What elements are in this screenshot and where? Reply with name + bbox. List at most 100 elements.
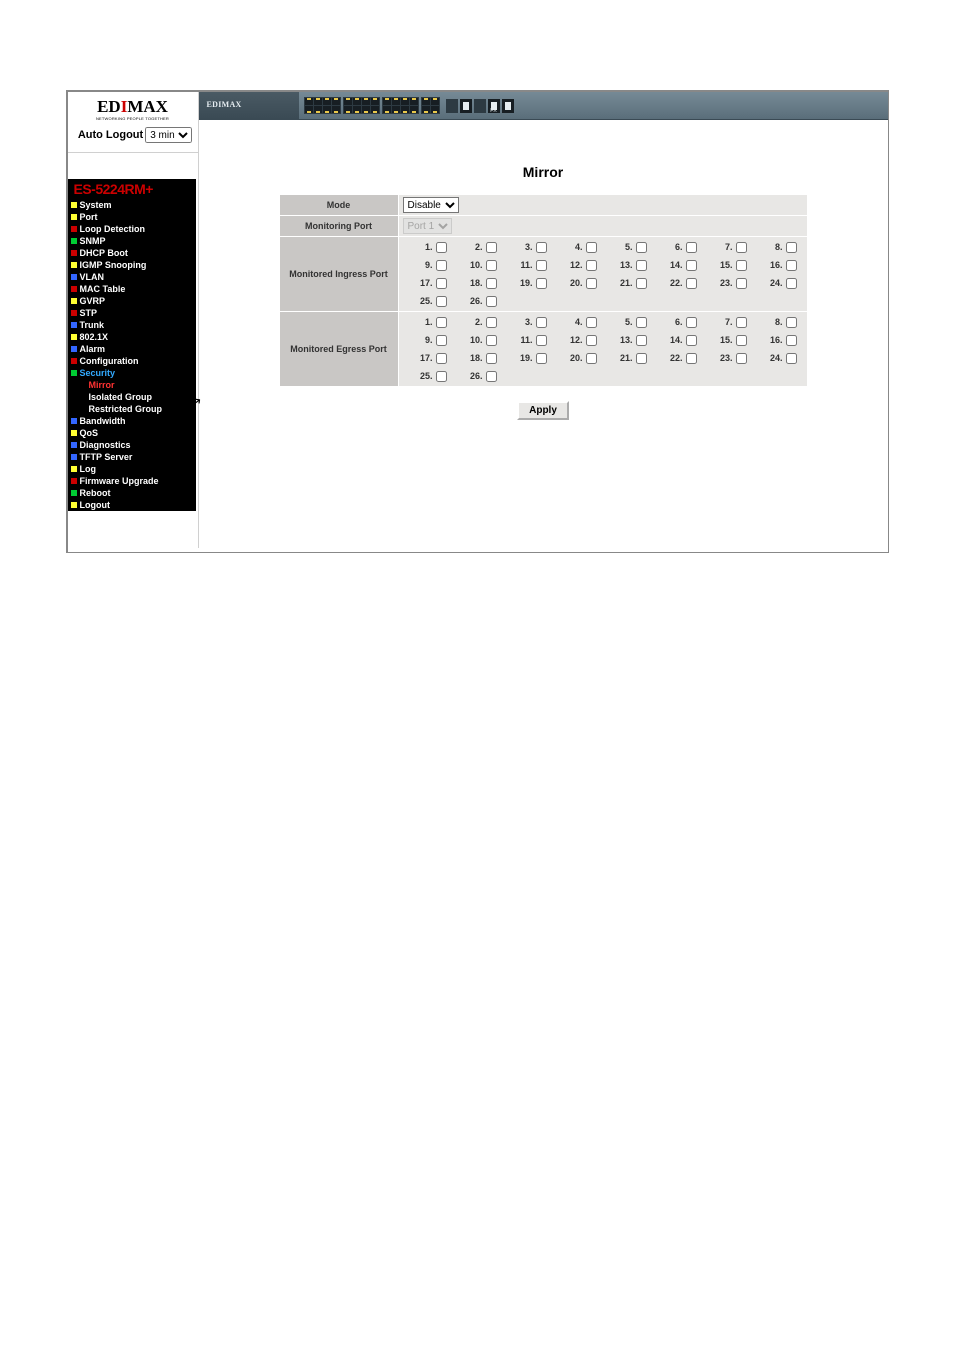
egress-port-4-checkbox[interactable] [586,317,597,328]
ingress-port-21-checkbox[interactable] [636,278,647,289]
nav-item-label: Security [80,367,116,379]
egress-port-13-checkbox[interactable] [636,335,647,346]
egress-port-25-checkbox[interactable] [436,371,447,382]
nav-item-bandwidth[interactable]: Bandwidth [68,415,196,427]
nav-item-tftp-server[interactable]: TFTP Server [68,451,196,463]
egress-port-2-checkbox[interactable] [486,317,497,328]
ingress-port-13-checkbox[interactable] [636,260,647,271]
ingress-port-25-checkbox[interactable] [436,296,447,307]
ingress-port-22-checkbox[interactable] [686,278,697,289]
model-label: ES-5224RM+ [68,179,196,199]
ingress-port-23: 23. [703,275,753,291]
ingress-port-2-checkbox[interactable] [486,242,497,253]
ingress-port-10-checkbox[interactable] [486,260,497,271]
nav-item-trunk[interactable]: Trunk [68,319,196,331]
egress-port-15-checkbox[interactable] [736,335,747,346]
ingress-port-5-checkbox[interactable] [636,242,647,253]
nav-item-label: Isolated Group [89,391,153,403]
ingress-port-12-checkbox[interactable] [586,260,597,271]
nav-item-log[interactable]: Log [68,463,196,475]
egress-port-12-checkbox[interactable] [586,335,597,346]
nav-item-qos[interactable]: QoS [68,427,196,439]
nav-item-restricted-group[interactable]: Restricted Group [68,403,196,415]
egress-port-16: 16. [753,332,803,348]
egress-port-9-checkbox[interactable] [436,335,447,346]
egress-port-20-checkbox[interactable] [586,353,597,364]
ingress-port-19-checkbox[interactable] [536,278,547,289]
ingress-port-7-checkbox[interactable] [736,242,747,253]
egress-port-24-checkbox[interactable] [786,353,797,364]
ingress-port-15-checkbox[interactable] [736,260,747,271]
egress-port-8-checkbox[interactable] [786,317,797,328]
monitoring-port-select[interactable]: Port 1 [403,218,452,234]
ingress-port-18-checkbox[interactable] [486,278,497,289]
egress-port-17: 17. [403,350,453,366]
nav-item-igmp-snooping[interactable]: IGMP Snooping [68,259,196,271]
nav-item-reboot[interactable]: Reboot [68,487,196,499]
port-number-label: 26. [465,371,483,381]
ingress-port-9-checkbox[interactable] [436,260,447,271]
ingress-port-17-checkbox[interactable] [436,278,447,289]
ingress-port-8-checkbox[interactable] [786,242,797,253]
egress-port-22-checkbox[interactable] [686,353,697,364]
nav-item-configuration[interactable]: Configuration [68,355,196,367]
ingress-port-24-checkbox[interactable] [786,278,797,289]
nav-item-alarm[interactable]: Alarm [68,343,196,355]
egress-port-23-checkbox[interactable] [736,353,747,364]
nav-item-mirror[interactable]: Mirror [68,379,196,391]
ingress-port-26-checkbox[interactable] [486,296,497,307]
port-number-label: 8. [765,242,783,252]
ingress-port-6-checkbox[interactable] [686,242,697,253]
egress-port-17-checkbox[interactable] [436,353,447,364]
nav-item-snmp[interactable]: SNMP [68,235,196,247]
nav-item-logout[interactable]: Logout [68,499,196,511]
ingress-port-3-checkbox[interactable] [536,242,547,253]
ingress-port-20-checkbox[interactable] [586,278,597,289]
ingress-port-14-checkbox[interactable] [686,260,697,271]
nav-item-mac-table[interactable]: MAC Table [68,283,196,295]
nav-item-port[interactable]: Port [68,211,196,223]
nav-item-label: Reboot [80,487,111,499]
nav-item-gvrp[interactable]: GVRP [68,295,196,307]
nav-item-security[interactable]: Security [68,367,196,379]
egress-port-11-checkbox[interactable] [536,335,547,346]
egress-port-19-checkbox[interactable] [536,353,547,364]
nav-item-system[interactable]: System [68,199,196,211]
egress-port-26-checkbox[interactable] [486,371,497,382]
auto-logout-select[interactable]: 3 min [145,127,192,143]
ingress-port-23-checkbox[interactable] [736,278,747,289]
nav-item-diagnostics[interactable]: Diagnostics [68,439,196,451]
egress-port-3-checkbox[interactable] [536,317,547,328]
mode-select[interactable]: Disable [403,197,459,213]
ingress-port-1-checkbox[interactable] [436,242,447,253]
egress-port-5-checkbox[interactable] [636,317,647,328]
nav-item-firmware-upgrade[interactable]: Firmware Upgrade [68,475,196,487]
ingress-port-16-checkbox[interactable] [786,260,797,271]
ingress-port-4-checkbox[interactable] [586,242,597,253]
apply-button[interactable]: Apply [517,401,569,420]
nav-item-loop-detection[interactable]: Loop Detection [68,223,196,235]
nav-bullet-icon [71,322,77,328]
port-number-label: 19. [515,353,533,363]
nav-item-label: Configuration [80,355,139,367]
nav-item-dhcp-boot[interactable]: DHCP Boot [68,247,196,259]
nav-item-stp[interactable]: STP [68,307,196,319]
egress-port-22: 22. [653,350,703,366]
page-title: Mirror [199,164,888,180]
egress-port-13: 13. [603,332,653,348]
egress-port-10-checkbox[interactable] [486,335,497,346]
nav-item-isolated-group[interactable]: Isolated Group [68,391,196,403]
egress-port-18-checkbox[interactable] [486,353,497,364]
egress-port-21-checkbox[interactable] [636,353,647,364]
egress-port-14-checkbox[interactable] [686,335,697,346]
egress-port-7: 7. [703,314,753,330]
egress-port-6-checkbox[interactable] [686,317,697,328]
nav-item-802-1x[interactable]: 802.1X [68,331,196,343]
egress-port-16-checkbox[interactable] [786,335,797,346]
egress-port-7-checkbox[interactable] [736,317,747,328]
nav-item-vlan[interactable]: VLAN [68,271,196,283]
egress-port-1-checkbox[interactable] [436,317,447,328]
ingress-port-11-checkbox[interactable] [536,260,547,271]
ingress-port-16: 16. [753,257,803,273]
ingress-port-4: 4. [553,239,603,255]
